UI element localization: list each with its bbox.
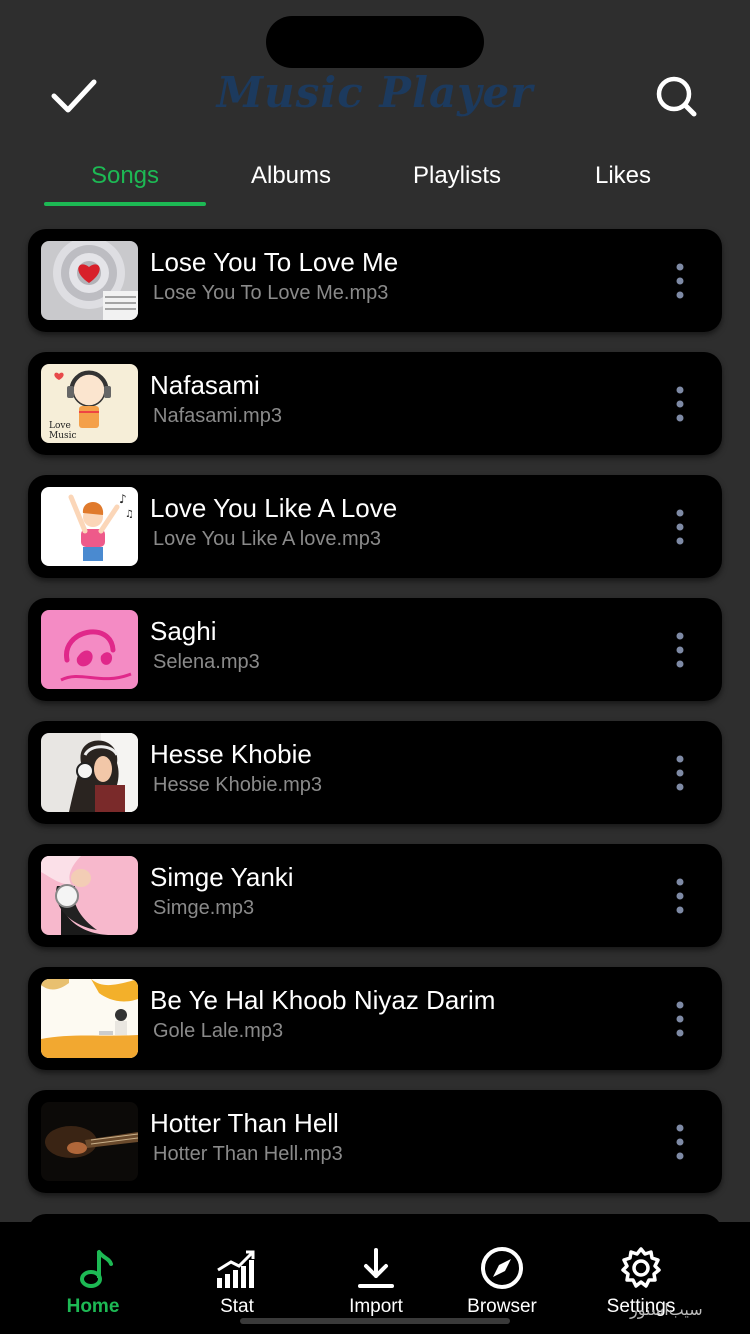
album-art-thumbnail: Love Music — [41, 364, 138, 443]
song-title: Love You Like A Love — [150, 493, 398, 523]
song-filename: Nafasami.mp3 — [153, 405, 282, 427]
thumb-love-label: Love — [49, 421, 71, 431]
more-options-icon[interactable] — [668, 753, 692, 793]
album-art-thumbnail — [41, 733, 138, 812]
more-options-icon[interactable] — [668, 384, 692, 424]
song-filename: Simge.mp3 — [153, 897, 255, 919]
album-art-thumbnail — [41, 1102, 138, 1181]
music-note-icon — [71, 1246, 115, 1290]
album-art-thumbnail — [41, 241, 138, 320]
song-item[interactable]: ♪ ♫ Love You Like A Love Love You Like A… — [28, 475, 722, 578]
song-title: Be Ye Hal Khoob Niyaz Darim — [150, 985, 496, 1015]
stats-chart-icon — [215, 1246, 259, 1290]
nav-browser-label: Browser — [467, 1296, 537, 1317]
nav-import[interactable]: Import — [311, 1246, 441, 1318]
check-icon[interactable] — [48, 74, 100, 118]
svg-text:♫: ♫ — [125, 509, 134, 520]
album-art-thumbnail — [41, 610, 138, 689]
header: Music Player — [0, 60, 750, 134]
nav-import-label: Import — [349, 1296, 403, 1317]
more-options-icon[interactable] — [668, 999, 692, 1039]
download-icon — [354, 1246, 398, 1290]
song-item[interactable]: Hotter Than Hell Hotter Than Hell.mp3 — [28, 1090, 722, 1193]
more-options-icon[interactable] — [668, 876, 692, 916]
song-list: Lose You To Love Me Lose You To Love Me.… — [28, 229, 722, 1213]
album-art-thumbnail — [41, 979, 138, 1058]
home-indicator — [240, 1318, 510, 1324]
svg-text:♪: ♪ — [119, 492, 127, 506]
search-icon[interactable] — [650, 72, 702, 120]
nav-stat-label: Stat — [220, 1296, 254, 1317]
album-art-thumbnail: ♪ ♫ — [41, 487, 138, 566]
nav-browser[interactable]: Browser — [437, 1246, 567, 1318]
song-title: Hesse Khobie — [150, 739, 312, 769]
watermark: سیب‌اسنور — [630, 1300, 703, 1319]
gear-icon — [619, 1246, 663, 1290]
song-filename: Love You Like A love.mp3 — [153, 528, 381, 550]
song-title: Hotter Than Hell — [150, 1108, 339, 1138]
album-art-thumbnail — [41, 856, 138, 935]
tab-bar: Songs Albums Playlists Likes — [42, 150, 706, 206]
tab-albums[interactable]: Albums — [208, 150, 374, 206]
song-filename: Lose You To Love Me.mp3 — [153, 282, 389, 304]
nav-home[interactable]: Home — [28, 1246, 158, 1318]
song-item[interactable]: Hesse Khobie Hesse Khobie.mp3 — [28, 721, 722, 824]
song-filename: Hesse Khobie.mp3 — [153, 774, 322, 796]
song-item[interactable]: Saghi Selena.mp3 — [28, 598, 722, 701]
nav-stat[interactable]: Stat — [172, 1246, 302, 1318]
music-player-screen: Music Player Songs Albums Playlists Like… — [0, 0, 750, 1334]
more-options-icon[interactable] — [668, 261, 692, 301]
song-title: Simge Yanki — [150, 862, 294, 892]
song-filename: Gole Lale.mp3 — [153, 1020, 284, 1042]
song-title: Saghi — [150, 616, 217, 646]
song-item[interactable]: Be Ye Hal Khoob Niyaz Darim Gole Lale.mp… — [28, 967, 722, 1070]
thumb-music-label: Music — [49, 431, 77, 441]
more-options-icon[interactable] — [668, 1122, 692, 1162]
song-title: Lose You To Love Me — [150, 247, 399, 277]
tab-playlists[interactable]: Playlists — [374, 150, 540, 206]
song-item[interactable]: Simge Yanki Simge.mp3 — [28, 844, 722, 947]
song-title: Nafasami — [150, 370, 260, 400]
nav-home-label: Home — [66, 1296, 120, 1317]
tab-likes[interactable]: Likes — [540, 150, 706, 206]
song-filename: Selena.mp3 — [153, 651, 260, 673]
song-filename: Hotter Than Hell.mp3 — [153, 1143, 343, 1165]
app-title: Music Player — [216, 68, 534, 117]
tab-songs[interactable]: Songs — [42, 150, 208, 206]
song-item[interactable]: Love Music Nafasami Nafasami.mp3 — [28, 352, 722, 455]
compass-icon — [480, 1246, 524, 1290]
more-options-icon[interactable] — [668, 630, 692, 670]
more-options-icon[interactable] — [668, 507, 692, 547]
song-item[interactable]: Lose You To Love Me Lose You To Love Me.… — [28, 229, 722, 332]
